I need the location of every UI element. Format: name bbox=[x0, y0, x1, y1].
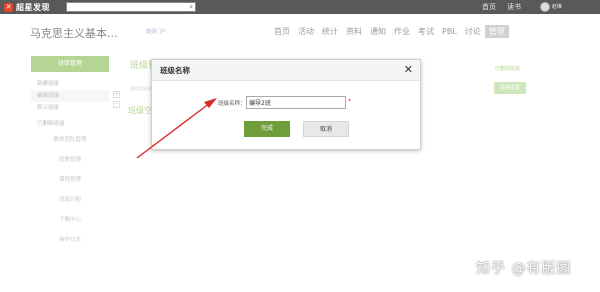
done-button[interactable]: 完成 bbox=[244, 121, 290, 137]
avatar[interactable] bbox=[540, 2, 550, 12]
top-link-reading[interactable]: 读书 bbox=[507, 2, 521, 12]
class-name-label: 班级名称： bbox=[218, 101, 246, 107]
modal-overlay bbox=[0, 14, 600, 292]
watermark-text: 知乎 @有版图 bbox=[476, 261, 572, 277]
class-name-dialog: 班级名称 ✕ 班级名称： * 完成 取消 bbox=[151, 59, 421, 150]
dialog-header: 班级名称 ✕ bbox=[152, 60, 420, 81]
top-link-home[interactable]: 首页 bbox=[482, 2, 496, 12]
required-mark: * bbox=[348, 98, 351, 105]
username[interactable]: 赵琳 bbox=[552, 3, 562, 10]
search-input[interactable]: ⌕ bbox=[66, 2, 196, 12]
brand-name: 超星发现 bbox=[16, 3, 50, 12]
top-bar: ✕ 超星发现 ⌕ 首页 读书 赵琳 bbox=[0, 0, 600, 14]
brand-icon: ✕ bbox=[4, 3, 13, 12]
search-icon[interactable]: ⌕ bbox=[189, 3, 193, 12]
class-name-input[interactable] bbox=[246, 96, 346, 109]
dialog-title: 班级名称 bbox=[160, 66, 190, 75]
cancel-button[interactable]: 取消 bbox=[303, 121, 349, 137]
close-icon[interactable]: ✕ bbox=[404, 63, 413, 76]
brand-logo[interactable]: ✕ 超星发现 bbox=[4, 2, 50, 13]
